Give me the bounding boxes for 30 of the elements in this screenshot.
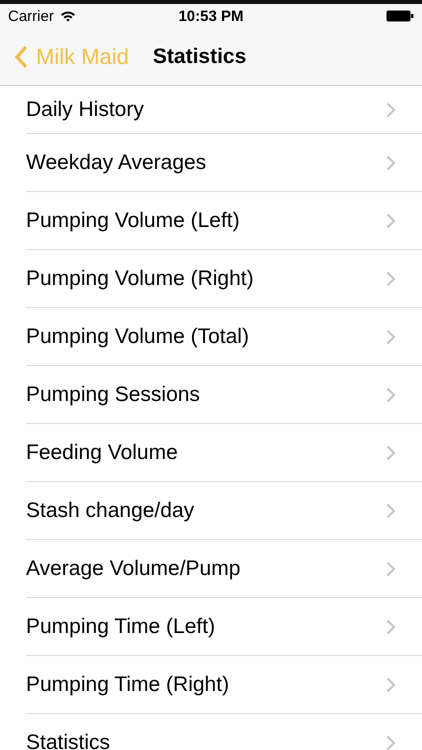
chevron-icon xyxy=(386,560,396,576)
list-item[interactable]: Average Volume/Pump xyxy=(26,540,422,598)
list-item[interactable]: Pumping Volume (Total) xyxy=(26,308,422,366)
chevron-icon xyxy=(386,618,396,634)
list-item[interactable]: Statistics xyxy=(26,714,422,750)
wifi-icon xyxy=(60,10,76,22)
chevron-icon xyxy=(386,734,396,750)
list-item[interactable]: Weekday Averages xyxy=(26,134,422,192)
nav-title: Statistics xyxy=(152,44,246,68)
back-chevron-icon xyxy=(14,44,28,68)
list-item[interactable]: Pumping Volume (Right) xyxy=(26,250,422,308)
list-item[interactable]: Daily History xyxy=(26,86,422,134)
chevron-icon xyxy=(386,444,396,460)
battery-icon xyxy=(386,10,414,22)
chevron-icon xyxy=(386,270,396,286)
chevron-icon xyxy=(386,502,396,518)
list-item[interactable]: Pumping Volume (Left) xyxy=(26,192,422,250)
chevron-icon xyxy=(386,154,396,170)
chevron-icon xyxy=(386,328,396,344)
status-time: 10:53 PM xyxy=(178,8,244,24)
chevron-icon xyxy=(386,102,396,118)
list-item[interactable]: Pumping Time (Right) xyxy=(26,656,422,714)
list-item[interactable]: Pumping Sessions xyxy=(26,366,422,424)
list-item[interactable]: Pumping Time (Left) xyxy=(26,598,422,656)
chevron-icon xyxy=(386,386,396,402)
chevron-icon xyxy=(386,212,396,228)
list-item[interactable]: Stash change/day xyxy=(26,482,422,540)
list-item[interactable]: Feeding Volume xyxy=(26,424,422,482)
chevron-icon xyxy=(386,676,396,692)
carrier-name: Carrier xyxy=(8,8,54,24)
